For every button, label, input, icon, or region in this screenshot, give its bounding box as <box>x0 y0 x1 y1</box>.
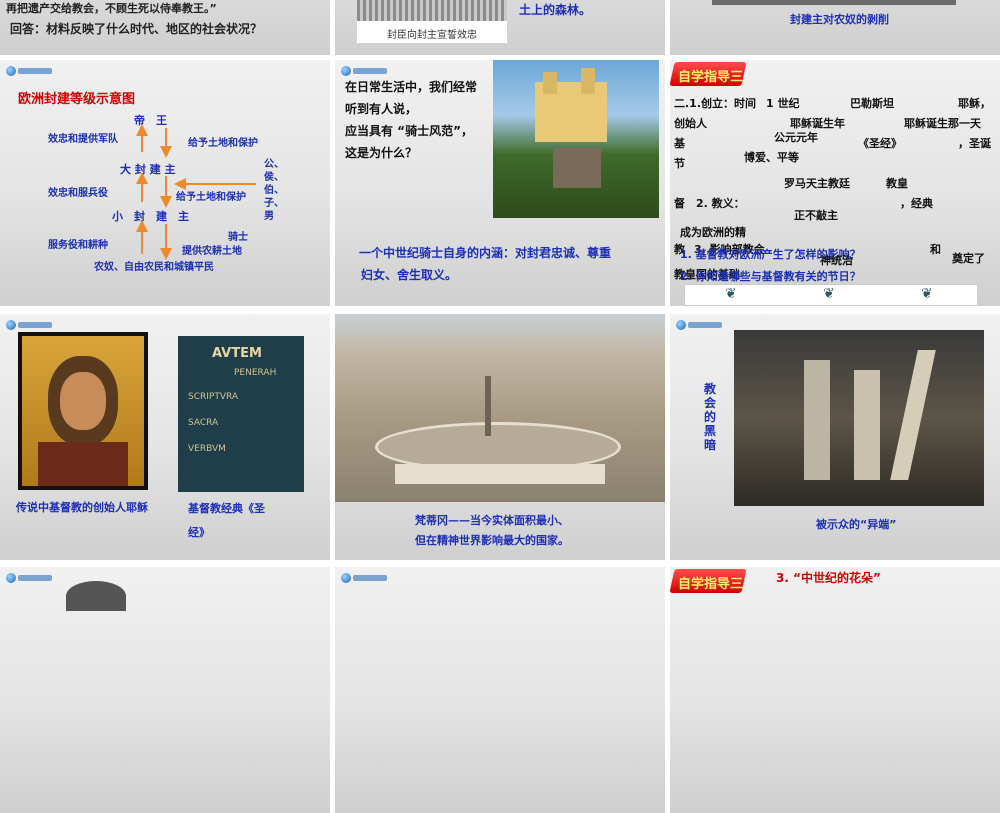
slide-2[interactable]: 封臣向封主宣誓效忠 土上的森林。 <box>335 0 665 55</box>
knight-answer-1: 一个中世纪骑士自身的内涵：对封君忠诚、尊重 <box>359 246 612 260</box>
bible-line-3: SACRA <box>188 418 219 428</box>
notes-line8-c: 奠定了 <box>952 252 985 265</box>
knight-question-1: 在日常生活中，我们经常 <box>345 80 478 94</box>
hierarchy-arrows <box>136 124 256 260</box>
medieval-flower-title: 3. “中世纪的花朵” <box>776 571 881 585</box>
notes-line1-c: 巴勒斯坦 <box>850 97 894 110</box>
logo <box>6 573 52 583</box>
bible-caption-1: 基督教经典《圣 <box>188 502 265 515</box>
notes-line4-b: 博爱、平等 <box>744 151 799 164</box>
notes-line6-a: 督 2. 教义： <box>674 197 745 210</box>
guide-tag-text: 自学指导三 <box>678 70 744 85</box>
bible-image: AVTEM PENERAH SCRIPTVRA SACRA VERBVM <box>178 336 304 492</box>
knight-answer-2: 妇女、舍生取义。 <box>361 268 458 282</box>
vassal-image <box>357 0 507 21</box>
notes-line3-b: 公元元年 <box>774 131 818 144</box>
notes-line1-a: 二.1.创立：时间 <box>674 97 757 110</box>
church-dark-char-3: 黑 <box>704 424 717 438</box>
knight-answer: 一个中世纪骑士自身的内涵：对封君忠诚、尊重 妇女、舍生取义。 <box>359 242 611 286</box>
bible-caption-2: 经》 <box>188 526 210 539</box>
notes-line5-b: 教皇 <box>886 177 908 190</box>
church-dark-char-4: 暗 <box>704 438 717 452</box>
notes-line4-a: 节 <box>674 157 685 170</box>
influence-question-2: 2. 你知道哪些与基督教有关的节日？ <box>680 270 861 283</box>
slide-11[interactable] <box>335 567 665 813</box>
guide-tag: 自学指导三 <box>670 569 747 593</box>
bible-line-1: PENERAH <box>234 368 277 378</box>
logo <box>341 573 387 583</box>
knight-question: 在日常生活中，我们经常 听到有人说， 应当具有 “骑士风范”， 这是为什么？ <box>345 76 477 164</box>
notes-line3-a: 基 <box>674 137 685 150</box>
exploitation-image <box>712 0 956 5</box>
slide-1-top-text: 再把遗产交给教会，不顾生死以侍奉教王。” <box>6 2 217 15</box>
portrait-image <box>66 581 126 611</box>
slide-3[interactable]: 封建主对农奴的剥削 <box>670 0 1000 55</box>
notes-line6-b: ，经典 <box>900 197 933 210</box>
knight-question-4: 这是为什么？ <box>345 146 418 160</box>
knight-question-2: 听到有人说， <box>345 102 418 116</box>
slide-5[interactable]: 在日常生活中，我们经常 听到有人说， 应当具有 “骑士风范”， 这是为什么？ 一… <box>335 60 665 306</box>
jesus-icon-image <box>18 332 148 490</box>
guide-tag-text: 自学指导三 <box>678 577 744 592</box>
vatican-caption-1: 梵蒂冈——当今实体面积最小、 <box>415 514 569 527</box>
heretics-image <box>734 330 984 506</box>
church-dark-char-0: 教 <box>704 382 717 396</box>
notes-line8-a: 成为欧洲的精 <box>680 226 746 239</box>
bible-line-0: AVTEM <box>212 346 262 361</box>
notes-line2-a: 创始人 <box>674 117 707 130</box>
slide-7[interactable]: AVTEM PENERAH SCRIPTVRA SACRA VERBVM 传说中… <box>0 314 330 560</box>
logo <box>676 320 722 330</box>
castle-image <box>493 60 659 218</box>
vassal-caption: 封臣向封主宣誓效忠 <box>387 30 477 41</box>
bible-line-4: VERBVM <box>188 444 226 454</box>
slide-12[interactable]: 自学指导三 3. “中世纪的花朵” <box>670 567 1000 813</box>
logo <box>6 320 52 330</box>
notes-line7-c: 和 <box>930 243 941 256</box>
notes-line1-b: 1 世纪 <box>766 97 800 110</box>
church-dark-vertical: 教 会 的 黑 暗 <box>704 382 718 452</box>
slide-1-question: 回答：材料反映了什么时代、地区的社会状况？ <box>10 22 263 36</box>
slide-1[interactable]: 再把遗产交给教会，不顾生死以侍奉教王。” 回答：材料反映了什么时代、地区的社会状… <box>0 0 330 55</box>
vatican-caption-2: 但在精神世界影响最大的国家。 <box>415 534 569 547</box>
guide-tag: 自学指导三 <box>670 62 747 86</box>
slide-9[interactable]: 教 会 的 黑 暗 被示众的“异端” <box>670 314 1000 560</box>
decorative-border: ❦ ❦ ❦ <box>684 284 978 306</box>
leaf-icon: ❦ <box>823 286 835 302</box>
vatican-image <box>335 314 665 502</box>
church-dark-char-2: 的 <box>704 410 717 424</box>
slide-8[interactable]: 梵蒂冈——当今实体面积最小、 但在精神世界影响最大的国家。 <box>335 314 665 560</box>
notes-line8-b: 神统治 <box>820 254 853 267</box>
slide-6[interactable]: 自学指导三 二.1.创立：时间 1 世纪 巴勒斯坦 耶稣， 创始人 耶稣诞生年 … <box>670 60 1000 306</box>
vassal-caption-box: 封臣向封主宣誓效忠 <box>357 21 507 43</box>
jesus-caption: 传说中基督教的创始人耶稣 <box>16 501 148 514</box>
notes-line5-a: 罗马天主教廷 <box>784 177 850 190</box>
leaf-icon: ❦ <box>725 286 737 302</box>
church-dark-char-1: 会 <box>704 396 717 410</box>
knight-question-3: 应当具有 “骑士风范”， <box>345 124 473 138</box>
leaf-icon: ❦ <box>921 286 933 302</box>
slide-4[interactable]: 欧洲封建等级示意图 帝 王 效忠和提供军队 给予土地和保护 大 封 建 主 效忠… <box>0 60 330 306</box>
exploitation-caption: 封建主对农奴的剥削 <box>790 13 889 26</box>
forest-text: 土上的森林。 <box>519 3 592 17</box>
notes-line3-c: 《圣经》 <box>858 137 902 150</box>
slide-10[interactable] <box>0 567 330 813</box>
bible-line-2: SCRIPTVRA <box>188 392 239 402</box>
notes-line1-d: 耶稣， <box>958 97 991 110</box>
logo <box>341 66 387 76</box>
notes-line2-c: 耶稣诞生那一天 <box>904 117 981 130</box>
heretics-caption: 被示众的“异端” <box>816 518 897 531</box>
notes-line3-d: ，圣诞 <box>958 137 991 150</box>
